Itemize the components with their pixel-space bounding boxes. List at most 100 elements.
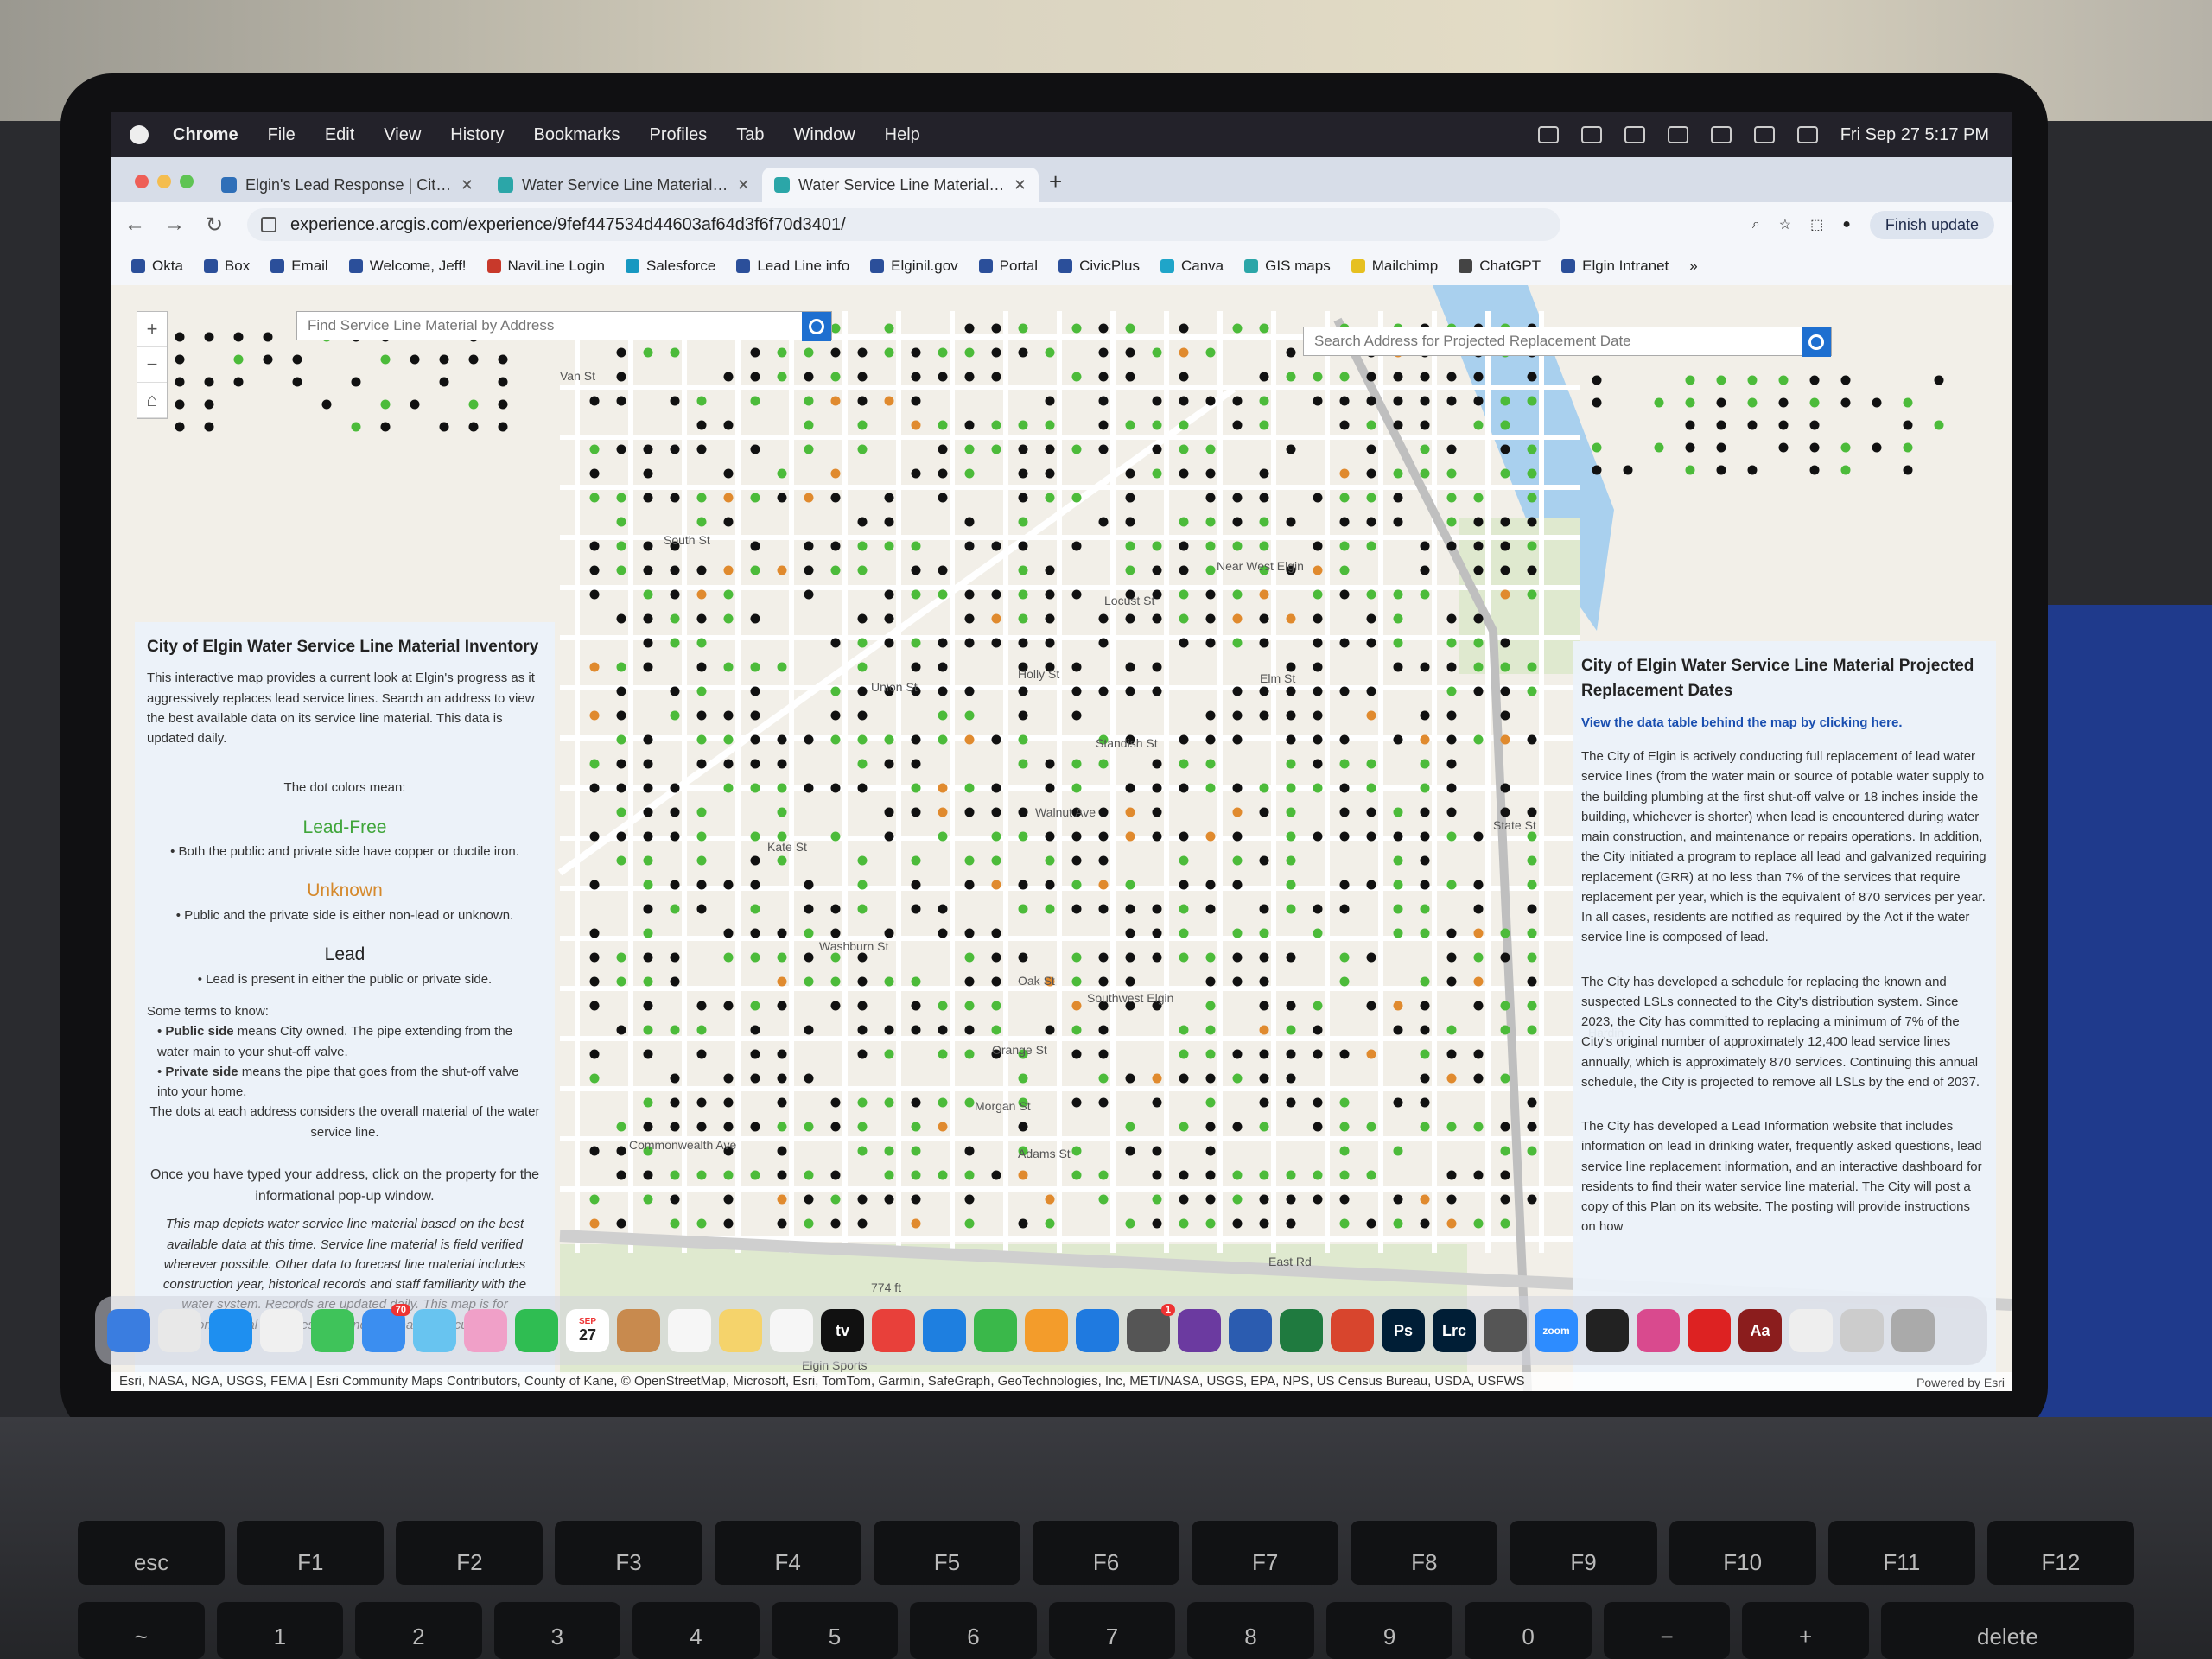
- service-line-dot[interactable]: [723, 468, 734, 479]
- service-line-dot[interactable]: [1232, 589, 1243, 600]
- service-line-dot[interactable]: [1446, 662, 1457, 672]
- zoom-icon[interactable]: ⌕: [1752, 217, 1760, 232]
- number-key-9[interactable]: 9: [1325, 1602, 1453, 1659]
- service-line-dot[interactable]: [1393, 855, 1403, 866]
- service-line-dot[interactable]: [830, 1122, 841, 1132]
- service-line-dot[interactable]: [1339, 1170, 1350, 1180]
- service-line-dot[interactable]: [1623, 465, 1633, 475]
- service-line-dot[interactable]: [1420, 1049, 1430, 1059]
- tab-water-service-2[interactable]: Water Service Line Material In ✕: [762, 168, 1039, 202]
- service-line-dot[interactable]: [1205, 880, 1216, 890]
- service-line-dot[interactable]: [1259, 1122, 1269, 1132]
- number-key-6[interactable]: 6: [910, 1602, 1037, 1659]
- service-line-dot[interactable]: [1259, 323, 1269, 334]
- service-line-dot[interactable]: [723, 589, 734, 600]
- bookmark-star-icon[interactable]: ☆: [1779, 216, 1791, 233]
- service-line-dot[interactable]: [1592, 397, 1602, 408]
- service-line-dot[interactable]: [804, 1073, 814, 1084]
- service-line-dot[interactable]: [1098, 613, 1109, 624]
- service-line-dot[interactable]: [1071, 831, 1082, 842]
- service-line-dot[interactable]: [1420, 880, 1430, 890]
- service-line-dot[interactable]: [911, 565, 921, 575]
- service-line-dot[interactable]: [1500, 420, 1510, 430]
- service-line-dot[interactable]: [1152, 1218, 1162, 1229]
- service-line-dot[interactable]: [991, 589, 1001, 600]
- service-line-dot[interactable]: [938, 493, 948, 503]
- service-line-dot[interactable]: [1205, 734, 1216, 745]
- service-line-dot[interactable]: [1205, 1025, 1216, 1035]
- service-line-dot[interactable]: [1313, 734, 1323, 745]
- service-line-dot[interactable]: [750, 759, 760, 769]
- service-line-dot[interactable]: [1366, 1122, 1376, 1132]
- service-line-dot[interactable]: [723, 662, 734, 672]
- service-line-dot[interactable]: [589, 831, 600, 842]
- service-line-dot[interactable]: [1179, 517, 1189, 527]
- service-line-dot[interactable]: [1098, 444, 1109, 454]
- service-line-dot[interactable]: [643, 1097, 653, 1108]
- service-line-dot[interactable]: [1527, 880, 1537, 890]
- service-line-dot[interactable]: [884, 589, 894, 600]
- service-line-dot[interactable]: [750, 734, 760, 745]
- service-line-dot[interactable]: [857, 952, 868, 963]
- service-line-dot[interactable]: [1527, 589, 1537, 600]
- service-line-dot[interactable]: [1018, 1073, 1028, 1084]
- bookmark-mailchimp[interactable]: Mailchimp: [1351, 257, 1438, 275]
- service-line-dot[interactable]: [1125, 831, 1135, 842]
- service-line-dot[interactable]: [777, 855, 787, 866]
- service-line-dot[interactable]: [1152, 1170, 1162, 1180]
- service-line-dot[interactable]: [750, 565, 760, 575]
- service-line-dot[interactable]: [1018, 347, 1028, 358]
- service-line-dot[interactable]: [1045, 1218, 1055, 1229]
- service-line-dot[interactable]: [1473, 517, 1484, 527]
- service-line-dot[interactable]: [830, 976, 841, 987]
- minimize-window-button[interactable]: [157, 175, 171, 188]
- service-line-dot[interactable]: [991, 638, 1001, 648]
- service-line-dot[interactable]: [1313, 686, 1323, 696]
- service-line-dot[interactable]: [991, 807, 1001, 817]
- service-line-dot[interactable]: [1018, 807, 1028, 817]
- service-line-dot[interactable]: [911, 1194, 921, 1205]
- service-line-dot[interactable]: [1592, 375, 1602, 385]
- service-line-dot[interactable]: [1259, 1025, 1269, 1035]
- service-line-dot[interactable]: [830, 541, 841, 551]
- service-line-dot[interactable]: [1071, 686, 1082, 696]
- service-line-dot[interactable]: [1366, 1001, 1376, 1011]
- service-line-dot[interactable]: [1393, 1218, 1403, 1229]
- service-line-dot[interactable]: [1259, 976, 1269, 987]
- service-line-dot[interactable]: [964, 1194, 975, 1205]
- service-line-dot[interactable]: [175, 399, 185, 410]
- service-line-dot[interactable]: [1366, 807, 1376, 817]
- service-line-dot[interactable]: [1125, 372, 1135, 382]
- service-line-dot[interactable]: [643, 1001, 653, 1011]
- service-line-dot[interactable]: [1313, 662, 1323, 672]
- service-line-dot[interactable]: [643, 444, 653, 454]
- apple-icon[interactable]: [130, 125, 149, 144]
- service-line-dot[interactable]: [804, 347, 814, 358]
- service-line-dot[interactable]: [804, 589, 814, 600]
- service-line-dot[interactable]: [1125, 686, 1135, 696]
- service-line-dot[interactable]: [1393, 638, 1403, 648]
- service-line-dot[interactable]: [777, 1218, 787, 1229]
- service-line-dot[interactable]: [1500, 541, 1510, 551]
- number-key-10[interactable]: 0: [1465, 1602, 1592, 1659]
- service-line-dot[interactable]: [670, 952, 680, 963]
- service-line-dot[interactable]: [1286, 1194, 1296, 1205]
- service-line-dot[interactable]: [1205, 1073, 1216, 1084]
- service-line-dot[interactable]: [1205, 1194, 1216, 1205]
- service-line-dot[interactable]: [723, 493, 734, 503]
- service-line-dot[interactable]: [750, 928, 760, 938]
- service-line-dot[interactable]: [830, 323, 841, 334]
- service-line-dot[interactable]: [175, 377, 185, 387]
- service-line-dot[interactable]: [1232, 1073, 1243, 1084]
- service-line-dot[interactable]: [804, 541, 814, 551]
- service-line-dot[interactable]: [857, 565, 868, 575]
- service-line-dot[interactable]: [830, 638, 841, 648]
- service-line-dot[interactable]: [1098, 347, 1109, 358]
- service-line-dot[interactable]: [750, 1001, 760, 1011]
- service-line-dot[interactable]: [777, 565, 787, 575]
- service-line-dot[interactable]: [804, 1170, 814, 1180]
- service-line-dot[interactable]: [1232, 1170, 1243, 1180]
- service-line-dot[interactable]: [911, 1001, 921, 1011]
- service-line-dot[interactable]: [670, 686, 680, 696]
- service-line-dot[interactable]: [1152, 807, 1162, 817]
